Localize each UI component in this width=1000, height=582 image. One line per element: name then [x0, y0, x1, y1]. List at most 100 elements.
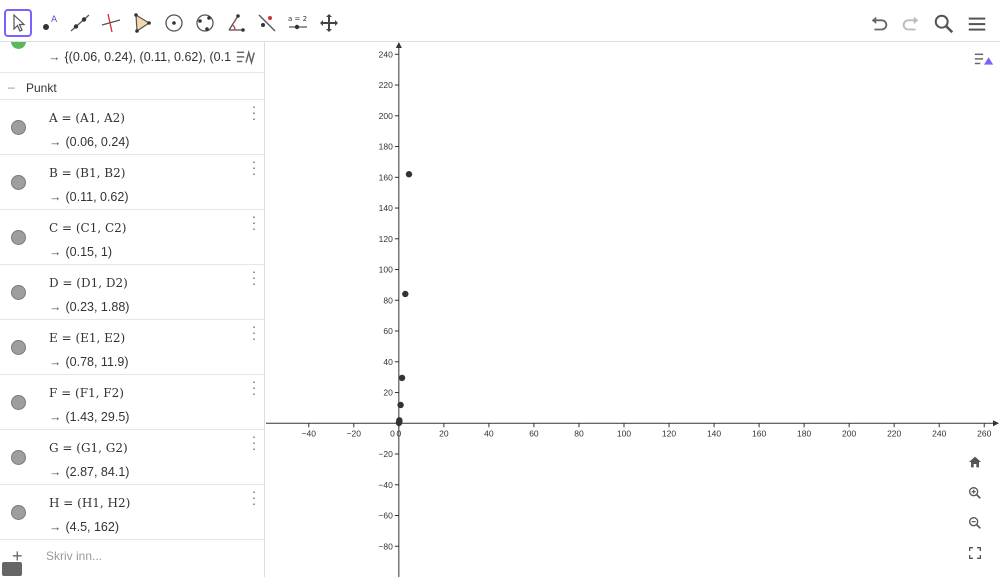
- point-row[interactable]: G = (G1, G2) → (2.87, 84.1) · · ·: [0, 429, 264, 484]
- point-row[interactable]: E = (E1, E2) → (0.78, 11.9) · · ·: [0, 319, 264, 374]
- hamburger-menu-icon: [968, 17, 986, 31]
- more-options-icon[interactable]: · · ·: [251, 484, 257, 510]
- more-options-icon[interactable]: · · ·: [251, 374, 257, 400]
- y-tick-label: −80: [378, 541, 393, 551]
- fullscreen-button[interactable]: [963, 541, 987, 565]
- coordinate-plane[interactable]: −40 −20 0 20 40 60 80 100 120 140 160 180 200 220 240 2…: [266, 42, 1000, 577]
- y-tick-label: −60: [378, 511, 393, 521]
- y-tick-label: 80: [383, 295, 393, 305]
- main-menu-button[interactable]: [964, 11, 990, 37]
- point-row[interactable]: F = (F1, F2) → (1.43, 29.5) · · ·: [0, 374, 264, 429]
- move-graphics-tool-button[interactable]: [315, 9, 343, 37]
- point-value: (0.15, 1): [65, 245, 113, 259]
- more-options-icon[interactable]: · · ·: [251, 99, 257, 125]
- angle-icon: [228, 14, 245, 32]
- point-value: (0.06, 0.24): [65, 135, 130, 149]
- line-tool-button[interactable]: [66, 9, 94, 37]
- x-tick-label: 100: [617, 428, 631, 438]
- x-tick-label: 120: [662, 428, 676, 438]
- algebra-view: → {(0.06, 0.24), (0.11, 0.62), (0.1 – Pun…: [0, 42, 265, 577]
- toolbar: A a = 2: [0, 0, 1000, 42]
- visibility-toggle[interactable]: [11, 395, 26, 410]
- point-definition: A = (A1, A2): [49, 111, 125, 125]
- undo-button[interactable]: [866, 11, 892, 37]
- x-tick-label: 200: [842, 428, 856, 438]
- y-tick-label: −40: [378, 480, 393, 490]
- x-tick-label: 80: [574, 428, 584, 438]
- x-tick-label: −20: [347, 428, 362, 438]
- more-options-icon[interactable]: · · ·: [251, 154, 257, 180]
- point-row[interactable]: A = (A1, A2) → (0.06, 0.24) · · ·: [0, 99, 264, 154]
- visibility-toggle[interactable]: [11, 340, 26, 355]
- angle-tool-button[interactable]: [222, 9, 250, 37]
- graphics-stylebar-button[interactable]: [970, 46, 998, 74]
- cursor-arrow-icon: [13, 13, 26, 32]
- visibility-toggle[interactable]: [11, 175, 26, 190]
- y-tick-label: 100: [379, 265, 393, 275]
- algebra-input-row[interactable]: + Skriv inn...: [0, 539, 264, 577]
- point-definition: H = (H1, H2): [49, 496, 131, 510]
- data-point: [396, 417, 403, 424]
- keyboard-icon[interactable]: [2, 562, 22, 576]
- more-options-icon[interactable]: · · ·: [251, 264, 257, 290]
- visibility-toggle[interactable]: [11, 450, 26, 465]
- x-tick-label: 160: [752, 428, 766, 438]
- y-tick-label: 60: [383, 326, 393, 336]
- redo-button[interactable]: [898, 11, 924, 37]
- graphics-style-icon: [974, 53, 994, 65]
- perpendicular-tool-button[interactable]: [97, 9, 125, 37]
- move-tool-button[interactable]: [4, 9, 32, 37]
- more-options-icon[interactable]: · · ·: [251, 209, 257, 235]
- x-tick-label: 260: [977, 428, 991, 438]
- slider-icon: a = 2: [288, 15, 307, 30]
- line-icon: [70, 14, 90, 32]
- reflect-tool-button[interactable]: [253, 9, 281, 37]
- search-button[interactable]: [931, 11, 957, 37]
- circle-three-points-tool-button[interactable]: [191, 9, 219, 37]
- section-header-punkt[interactable]: – Punkt: [0, 72, 264, 99]
- circle-center-icon: [165, 14, 183, 32]
- collapse-icon[interactable]: –: [8, 80, 15, 94]
- point-value: (4.5, 162): [65, 520, 120, 534]
- more-options-icon[interactable]: · · ·: [251, 319, 257, 345]
- circle-center-tool-button[interactable]: [160, 9, 188, 37]
- point-row[interactable]: C = (C1, C2) → (0.15, 1) · · ·: [0, 209, 264, 264]
- visibility-toggle[interactable]: [11, 42, 26, 49]
- point-definition: C = (C1, C2): [49, 221, 127, 235]
- point-tool-button[interactable]: A: [36, 9, 64, 37]
- visibility-toggle[interactable]: [11, 120, 26, 135]
- y-tick-label: 20: [383, 388, 393, 398]
- algebra-stylebar-button[interactable]: [232, 44, 260, 72]
- polygon-tool-button[interactable]: [128, 9, 156, 37]
- y-axis-arrow: [395, 42, 402, 48]
- more-options-icon[interactable]: · · ·: [251, 429, 257, 455]
- point-row[interactable]: D = (D1, D2) → (0.23, 1.88) · · ·: [0, 264, 264, 319]
- data-point: [402, 290, 409, 298]
- point-row[interactable]: H = (H1, H2) → (4.5, 162) · · ·: [0, 484, 264, 539]
- point-value: (0.23, 1.88): [65, 300, 130, 314]
- home-button[interactable]: [963, 450, 987, 474]
- x-tick-label: 20: [439, 428, 449, 438]
- visibility-toggle[interactable]: [11, 230, 26, 245]
- origin-label: 0: [390, 428, 395, 438]
- visibility-toggle[interactable]: [11, 285, 26, 300]
- svg-text:A: A: [51, 15, 58, 25]
- slider-tool-button[interactable]: a = 2: [284, 9, 312, 37]
- data-point: [405, 171, 413, 178]
- zoom-out-button[interactable]: [963, 511, 987, 535]
- x-tick-label: 0: [396, 428, 401, 438]
- zoom-in-icon: [969, 487, 981, 499]
- zoom-in-button[interactable]: [963, 481, 987, 505]
- point-value: (0.11, 0.62): [65, 190, 129, 204]
- section-label: Punkt: [26, 81, 57, 95]
- point-row[interactable]: B = (B1, B2) → (0.11, 0.62) · · ·: [0, 154, 264, 209]
- point-definition: F = (F1, F2): [49, 386, 124, 400]
- graphics-view[interactable]: −40 −20 0 20 40 60 80 100 120 140 160 180 200 220 240 2…: [266, 42, 1000, 577]
- point-icon: A: [43, 15, 58, 30]
- y-tick-label: 240: [379, 49, 393, 59]
- sequence-row[interactable]: → {(0.06, 0.24), (0.11, 0.62), (0.1: [0, 42, 264, 72]
- visibility-toggle[interactable]: [11, 505, 26, 520]
- point-value: (0.78, 11.9): [65, 355, 129, 369]
- circle-three-points-icon: [196, 14, 214, 32]
- polygon-icon: [134, 13, 151, 33]
